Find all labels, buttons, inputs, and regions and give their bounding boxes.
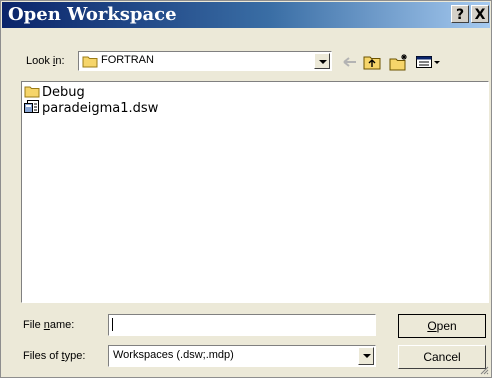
list-item[interactable]: Debug xyxy=(24,84,85,100)
open-workspace-dialog: Open Workspace ? X Look in: FORTRAN Debu… xyxy=(0,0,492,378)
workspace-file-icon xyxy=(24,100,39,113)
folder-icon xyxy=(82,56,98,68)
file-name-label: File name: xyxy=(23,319,75,331)
new-folder-icon[interactable] xyxy=(389,53,409,71)
open-button[interactable]: Open xyxy=(398,314,486,338)
view-menu-icon[interactable] xyxy=(415,53,441,71)
window-title: Open Workspace xyxy=(8,4,177,25)
file-name-input[interactable] xyxy=(108,314,376,336)
files-of-type-label: Files of type: xyxy=(23,350,86,362)
look-in-combo[interactable]: FORTRAN xyxy=(78,51,332,71)
file-name: paradeigma1.dsw xyxy=(42,101,159,116)
list-item[interactable]: paradeigma1.dsw xyxy=(24,100,158,116)
look-in-dropdown-button[interactable] xyxy=(314,53,330,69)
files-of-type-dropdown-button[interactable] xyxy=(358,347,374,365)
look-in-value: FORTRAN xyxy=(101,54,154,66)
back-arrow-icon[interactable] xyxy=(341,53,359,71)
file-name: Debug xyxy=(42,85,85,100)
up-folder-icon[interactable] xyxy=(363,53,381,71)
files-of-type-combo[interactable]: Workspaces (.dsw;.mdp) xyxy=(108,345,376,367)
title-bar[interactable]: Open Workspace ? X xyxy=(2,2,490,28)
close-button[interactable]: X xyxy=(471,5,489,23)
files-of-type-value: Workspaces (.dsw;.mdp) xyxy=(113,349,234,361)
cancel-button[interactable]: Cancel xyxy=(398,345,486,369)
resize-grip-icon[interactable] xyxy=(479,365,489,375)
look-in-label: Look in: xyxy=(26,55,65,67)
file-list[interactable]: Debug paradeigma1.dsw xyxy=(21,81,489,303)
text-caret xyxy=(112,318,113,331)
folder-icon xyxy=(24,86,40,98)
help-button[interactable]: ? xyxy=(451,5,469,23)
